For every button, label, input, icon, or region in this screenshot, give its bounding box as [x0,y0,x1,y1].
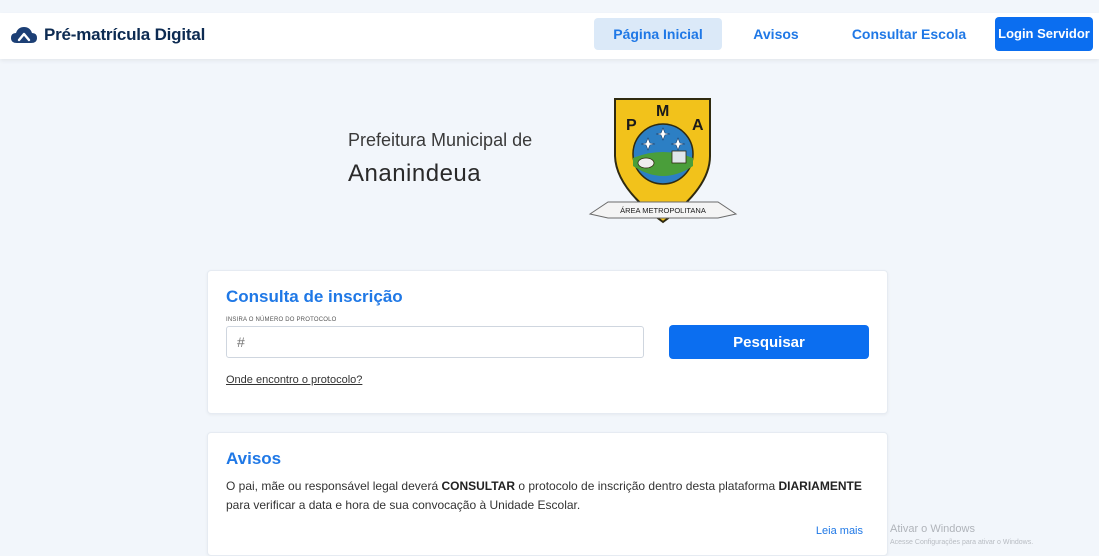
protocol-field-label: INSIRA O NÚMERO DO PROTOCOLO [226,317,337,323]
nav-home-link[interactable]: Página Inicial [594,18,722,50]
top-navbar: Pré-matrícula Digital Página Inicial Avi… [0,13,1099,59]
crest-letter-m: M [656,103,669,120]
avisos-text: O pai, mãe ou responsável legal deverá C… [226,477,876,515]
avisos-title: Avisos [226,449,282,468]
avisos-text-part: o protocolo de inscrição dentro desta pl… [515,479,779,493]
crest-banner-text: ÁREA METROPOLITANA [620,206,706,215]
crest-letter-a: A [692,117,704,134]
hero-subtitle: Prefeitura Municipal de [348,130,533,150]
windows-activation-watermark-subtext: Acesse Configurações para ativar o Windo… [890,539,1034,546]
cloud-icon [11,27,37,43]
consulta-title: Consulta de inscrição [226,287,403,306]
avisos-bold-consultar: CONSULTAR [441,479,516,493]
avisos-bold-diariamente: DIARIAMENTE [778,479,862,493]
read-more-link[interactable]: Leia mais [816,525,863,537]
protocol-input[interactable] [226,326,644,358]
avisos-card: Avisos O pai, mãe ou responsável legal d… [207,432,888,556]
login-servidor-button[interactable]: Login Servidor [995,17,1093,51]
consulta-card: Consulta de inscrição INSIRA O NÚMERO DO… [207,270,888,414]
nav-avisos-link[interactable]: Avisos [746,18,806,50]
nav-consultar-escola-link[interactable]: Consultar Escola [848,18,970,50]
avisos-text-part: para verificar a data e hora de sua conv… [226,498,581,512]
city-coat-of-arms-logo: P M A ÁREA METROPOLITANA [588,98,738,224]
avisos-text-part: O pai, mãe ou responsável legal deverá [226,479,442,493]
protocol-help-link[interactable]: Onde encontro o protocolo? [226,374,362,386]
hero-city-name: Ananindeua [348,160,482,187]
brand[interactable]: Pré-matrícula Digital [10,23,205,47]
crest-letter-p: P [626,117,637,134]
windows-activation-watermark: Ativar o Windows [890,523,975,535]
search-button[interactable]: Pesquisar [669,325,869,359]
brand-name: Pré-matrícula Digital [44,25,206,44]
